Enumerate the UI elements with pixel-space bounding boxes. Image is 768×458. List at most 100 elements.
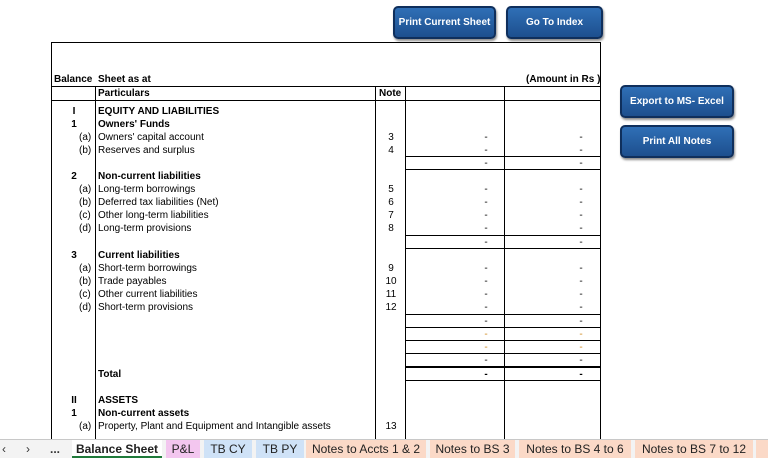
amount-cell: - bbox=[484, 263, 488, 274]
amount-cell: - bbox=[484, 145, 488, 156]
scroll-tabs-right-icon[interactable]: › bbox=[26, 440, 30, 458]
row-num: (b) bbox=[79, 197, 92, 208]
amount-cell: - bbox=[484, 342, 488, 353]
amount-cell: - bbox=[484, 276, 488, 287]
amount-cell: - bbox=[579, 145, 583, 156]
tab-pl[interactable]: P&L bbox=[166, 440, 200, 458]
row-num: I bbox=[72, 106, 76, 117]
amount-cell: - bbox=[484, 184, 488, 195]
row-num: (c) bbox=[79, 210, 91, 221]
row-num: II bbox=[71, 395, 77, 406]
row-label: Non-current liabilities bbox=[98, 171, 201, 182]
row-note: 13 bbox=[385, 421, 397, 432]
row-label: Other long-term liabilities bbox=[98, 210, 209, 221]
amount-cell: - bbox=[579, 329, 583, 340]
row-label: Owners' Funds bbox=[98, 119, 170, 130]
row-label: Long-term provisions bbox=[98, 223, 192, 234]
tab-tb-cy[interactable]: TB CY bbox=[204, 440, 252, 458]
scroll-tabs-left-icon[interactable]: ‹ bbox=[2, 440, 6, 458]
amount-cell: - bbox=[579, 132, 583, 143]
sheet-title-right: Sheet as at bbox=[98, 74, 151, 85]
amount-cell: - bbox=[579, 210, 583, 221]
amount-cell: - bbox=[484, 237, 488, 248]
amount-cell: - bbox=[579, 302, 583, 313]
amount-cell: - bbox=[484, 289, 488, 300]
amount-cell: - bbox=[484, 197, 488, 208]
row-label: Total bbox=[98, 369, 122, 380]
amount-cell: - bbox=[484, 223, 488, 234]
more-tabs-button[interactable]: ... bbox=[50, 440, 60, 458]
row-num: (b) bbox=[79, 276, 92, 287]
tab-notes-bs-7-12[interactable]: Notes to BS 7 to 12 bbox=[635, 440, 753, 458]
amount-cell: - bbox=[484, 158, 488, 169]
export-to-excel-button[interactable]: Export to MS- Excel bbox=[620, 85, 734, 118]
tab-balance-sheet[interactable]: Balance Sheet bbox=[72, 440, 162, 458]
print-all-notes-button[interactable]: Print All Notes bbox=[620, 125, 734, 158]
row-num: (d) bbox=[79, 302, 92, 313]
note-header: Note bbox=[379, 88, 402, 99]
print-current-sheet-button[interactable]: Print Current Sheet bbox=[393, 6, 496, 39]
amount-cell: - bbox=[579, 355, 583, 366]
row-note: 12 bbox=[385, 302, 397, 313]
amount-cell: - bbox=[579, 184, 583, 195]
amount-cell: - bbox=[579, 263, 583, 274]
amount-cell: - bbox=[484, 132, 488, 143]
amount-cell: - bbox=[579, 369, 583, 380]
row-note: 7 bbox=[388, 210, 394, 221]
row-num: (a) bbox=[79, 263, 92, 274]
go-to-index-button[interactable]: Go To Index bbox=[506, 6, 603, 39]
row-label: Trade payables bbox=[98, 276, 167, 287]
row-num: (d) bbox=[79, 223, 92, 234]
row-label: EQUITY AND LIABILITIES bbox=[98, 106, 220, 117]
row-note: 4 bbox=[388, 145, 394, 156]
sheet-tab-bar: ‹ › ... Balance Sheet P&L TB CY TB PY No… bbox=[0, 439, 768, 458]
sheet-title-left: Balance bbox=[54, 74, 93, 85]
row-note: 10 bbox=[385, 276, 397, 287]
row-note: 11 bbox=[385, 289, 397, 300]
amount-cell: - bbox=[484, 355, 488, 366]
row-label: Owners' capital account bbox=[98, 132, 204, 143]
row-label: Short-term borrowings bbox=[98, 263, 197, 274]
row-note: 8 bbox=[388, 223, 394, 234]
row-note: 9 bbox=[388, 263, 394, 274]
tab-notes-bs-4-6[interactable]: Notes to BS 4 to 6 bbox=[519, 440, 631, 458]
row-num: 1 bbox=[71, 408, 77, 419]
row-num: 1 bbox=[71, 119, 77, 130]
row-label: Reserves and surplus bbox=[98, 145, 195, 156]
particulars-header: Particulars bbox=[98, 88, 150, 99]
row-note: 5 bbox=[388, 184, 394, 195]
row-num: (a) bbox=[79, 132, 92, 143]
row-num: (c) bbox=[79, 289, 91, 300]
amount-label: (Amount in Rs ) bbox=[526, 74, 601, 85]
amount-cell: - bbox=[484, 302, 488, 313]
row-label: ASSETS bbox=[98, 395, 139, 406]
row-num: (b) bbox=[79, 145, 92, 156]
amount-cell: - bbox=[484, 210, 488, 221]
tab-notes-bs-3[interactable]: Notes to BS 3 bbox=[430, 440, 515, 458]
row-label: Other current liabilities bbox=[98, 289, 198, 300]
row-num: 3 bbox=[71, 250, 77, 261]
amount-cell: - bbox=[579, 237, 583, 248]
row-label: Deferred tax liabilities (Net) bbox=[98, 197, 219, 208]
amount-cell: - bbox=[484, 316, 488, 327]
amount-cell: - bbox=[579, 289, 583, 300]
tab-notes-accts-1-2[interactable]: Notes to Accts 1 & 2 bbox=[306, 440, 426, 458]
row-num: (a) bbox=[79, 184, 92, 195]
amount-cell: - bbox=[484, 369, 488, 380]
row-num: 2 bbox=[71, 171, 77, 182]
amount-cell: - bbox=[579, 223, 583, 234]
amount-cell: - bbox=[579, 316, 583, 327]
balance-sheet-grid: Balance Sheet as at (Amount in Rs ) Part… bbox=[51, 42, 601, 441]
tab-tb-py[interactable]: TB PY bbox=[256, 440, 304, 458]
row-label: Short-term provisions bbox=[98, 302, 194, 313]
amount-cell: - bbox=[579, 158, 583, 169]
row-label: Long-term borrowings bbox=[98, 184, 196, 195]
row-label: Property, Plant and Equipment and Intang… bbox=[98, 421, 331, 432]
tab-partial[interactable] bbox=[756, 440, 768, 458]
row-label: Current liabilities bbox=[98, 250, 180, 261]
row-note: 3 bbox=[388, 132, 394, 143]
amount-cell: - bbox=[484, 329, 488, 340]
row-label: Non-current assets bbox=[98, 408, 190, 419]
row-note: 6 bbox=[388, 197, 394, 208]
row-num: (a) bbox=[79, 421, 92, 432]
